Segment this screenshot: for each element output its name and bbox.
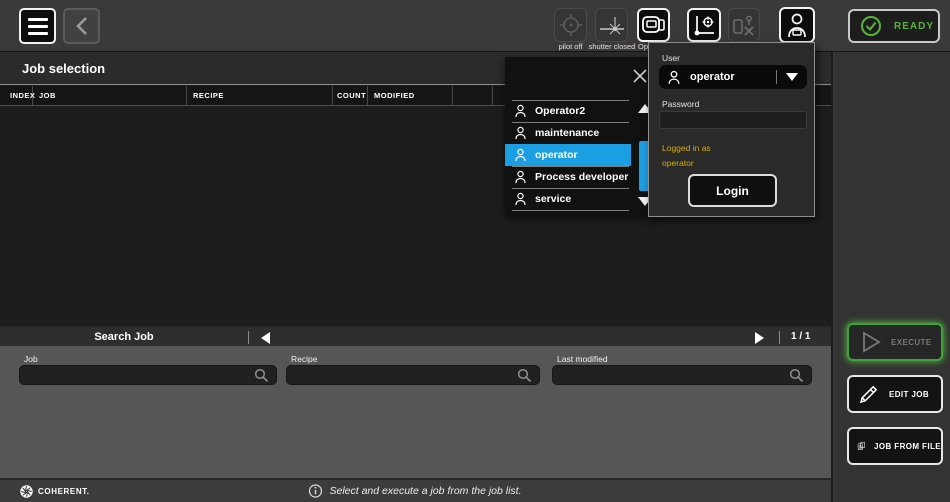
password-field[interactable] — [659, 111, 807, 129]
execute-button[interactable]: EXECUTE — [847, 323, 943, 361]
password-field-label: Password — [662, 99, 699, 109]
user-icon — [514, 192, 527, 206]
pilot-laser-icon — [559, 13, 583, 37]
user-icon — [514, 170, 527, 184]
chevron-left-icon — [74, 16, 90, 36]
user-list-item-process-developer[interactable]: Process developer — [505, 166, 631, 188]
main-menu-button[interactable] — [19, 8, 56, 44]
divider — [512, 166, 629, 167]
user-list: Operator2 maintenance operator Process d… — [505, 100, 631, 211]
brand-name: COHERENT. — [38, 487, 90, 496]
pilot-label: pilot off — [554, 42, 587, 51]
close-user-list-button[interactable] — [633, 69, 647, 83]
camera-label: Op — [638, 42, 648, 51]
password-input[interactable] — [660, 115, 806, 131]
divider — [512, 100, 629, 101]
ready-status-button[interactable]: READY — [848, 9, 940, 43]
execute-label: EXECUTE — [891, 338, 932, 347]
axis-target-icon — [691, 12, 717, 38]
page-title: Job selection — [22, 61, 105, 76]
divider — [248, 331, 249, 344]
action-sidebar: EXECUTE EDIT JOB JOB FROM FILE — [835, 52, 950, 502]
user-list-item-maintenance[interactable]: maintenance — [505, 122, 631, 144]
user-list-item-operator2[interactable]: Operator2 — [505, 100, 631, 122]
column-header-index[interactable]: INDEX — [0, 86, 33, 105]
user-select-dropdown[interactable]: operator — [659, 65, 807, 89]
dropdown-caret-icon — [786, 73, 798, 81]
back-button[interactable] — [63, 8, 100, 44]
coherent-logo-icon — [20, 485, 33, 498]
job-search-input[interactable] — [20, 370, 254, 381]
divider — [512, 122, 629, 123]
search-icon — [517, 368, 532, 383]
last-modified-filter-label: Last modified — [557, 354, 608, 364]
pilot-laser-button[interactable] — [554, 8, 587, 42]
column-header-count[interactable]: COUNT — [333, 86, 368, 105]
user-icon — [514, 126, 527, 140]
column-header-modified[interactable]: MODIFIED — [368, 86, 453, 105]
hamburger-icon — [28, 18, 48, 35]
device-disconnected-button[interactable] — [728, 8, 760, 42]
login-popup: User operator Password Logged in as oper… — [648, 42, 815, 217]
app-window: pilot off shutter closed Op — [0, 0, 950, 502]
device-disconnected-icon — [731, 12, 757, 38]
status-message: Select and execute a job from the job li… — [308, 480, 521, 502]
search-job-bar: Search Job 1 / 1 — [0, 325, 831, 346]
camera-icon — [641, 13, 667, 37]
shutter-icon — [599, 13, 625, 37]
divider — [779, 331, 780, 344]
page-prev-button[interactable] — [261, 332, 270, 344]
column-header-recipe[interactable]: RECIPE — [187, 86, 333, 105]
logged-in-as-text: Logged in as — [662, 143, 711, 153]
file-clipboard-icon — [857, 433, 866, 459]
search-filter-section: Job Recipe Last modified — [0, 346, 831, 478]
last-modified-search-input[interactable] — [553, 370, 789, 381]
info-icon — [308, 484, 322, 498]
brand: COHERENT. — [20, 485, 90, 498]
divider — [512, 188, 629, 189]
column-header-job[interactable]: JOB — [33, 86, 187, 105]
status-message-text: Select and execute a job from the job li… — [329, 485, 521, 497]
last-modified-filter-field[interactable] — [552, 365, 812, 385]
divider — [776, 70, 777, 84]
recipe-search-input[interactable] — [287, 370, 517, 381]
camera-button[interactable] — [637, 8, 670, 42]
edit-job-label: EDIT JOB — [889, 390, 929, 399]
user-icon — [784, 11, 810, 39]
recipe-filter-label: Recipe — [291, 354, 317, 364]
selected-user-value: operator — [690, 71, 776, 83]
user-list-item-operator[interactable]: operator — [505, 144, 631, 166]
status-bar: COHERENT. Select and execute a job from … — [0, 478, 831, 502]
user-icon — [514, 148, 527, 162]
user-field-label: User — [662, 53, 680, 63]
page-indicator: 1 / 1 — [791, 327, 810, 346]
user-list-popup: Operator2 maintenance operator Process d… — [505, 57, 655, 215]
user-list-item-service[interactable]: service — [505, 188, 631, 210]
ready-label: READY — [894, 21, 934, 32]
logged-in-user-text: operator — [662, 158, 694, 168]
shutter-label: shutter closed — [586, 42, 638, 51]
axis-target-button[interactable] — [687, 8, 721, 42]
recipe-filter-field[interactable] — [286, 365, 540, 385]
login-button[interactable]: Login — [688, 174, 777, 207]
check-circle-icon — [860, 15, 882, 37]
search-job-title: Search Job — [0, 327, 248, 346]
divider — [512, 210, 629, 211]
user-login-button[interactable] — [779, 7, 815, 43]
shutter-button[interactable] — [595, 8, 628, 42]
edit-job-button[interactable]: EDIT JOB — [847, 375, 943, 413]
user-icon — [667, 70, 681, 85]
job-filter-field[interactable] — [19, 365, 277, 385]
play-icon — [857, 329, 883, 355]
search-icon — [254, 368, 269, 383]
search-icon — [789, 368, 804, 383]
pencil-icon — [857, 382, 881, 406]
job-from-file-label: JOB FROM FILE — [874, 442, 941, 451]
user-icon — [514, 104, 527, 118]
job-from-file-button[interactable]: JOB FROM FILE — [847, 427, 943, 465]
job-filter-label: Job — [24, 354, 38, 364]
column-header-extra1[interactable] — [453, 86, 493, 105]
close-icon — [633, 69, 647, 83]
page-next-button[interactable] — [755, 332, 764, 344]
